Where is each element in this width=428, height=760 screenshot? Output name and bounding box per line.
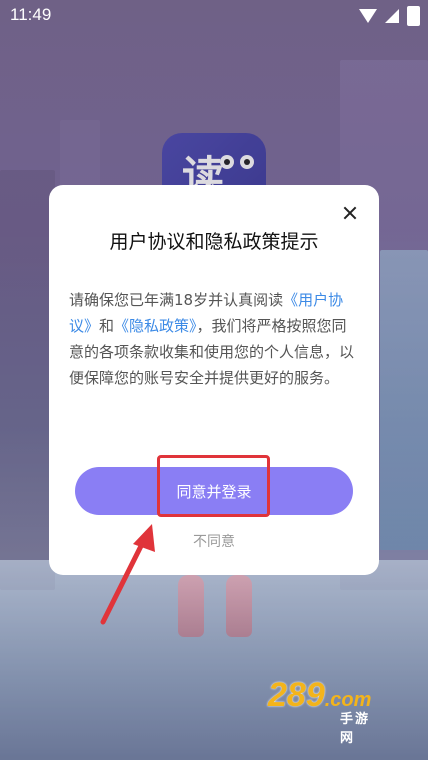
- battery-icon: [407, 6, 420, 26]
- signal-icon: [385, 9, 399, 23]
- body-text: 和: [99, 317, 115, 335]
- annotation-arrow-icon: [100, 524, 155, 625]
- annotation-highlight-box: [157, 455, 270, 517]
- body-text: 请确保您已年满18岁并认真阅读: [69, 291, 284, 309]
- close-icon[interactable]: [339, 203, 361, 225]
- status-icons: [359, 6, 420, 26]
- watermark-subtitle: 手游网: [340, 711, 371, 745]
- status-bar: 11:49: [0, 0, 428, 32]
- watermark-number: 289: [268, 676, 325, 714]
- wifi-icon: [359, 9, 377, 23]
- privacy-policy-link[interactable]: 《隐私政策》: [114, 317, 197, 335]
- dialog-title: 用户协议和隐私政策提示: [109, 231, 319, 253]
- app-screen: 11:49 读 用户协议和隐私政策提示 请确保您已年满18岁并认真阅读《用户协议…: [0, 0, 428, 760]
- watermark-logo: 289.com 手游网: [268, 676, 371, 745]
- status-time: 11:49: [10, 5, 52, 24]
- dialog-body: 请确保您已年满18岁并认真阅读《用户协议》和《隐私政策》，我们将严格按照您同意的…: [69, 287, 359, 391]
